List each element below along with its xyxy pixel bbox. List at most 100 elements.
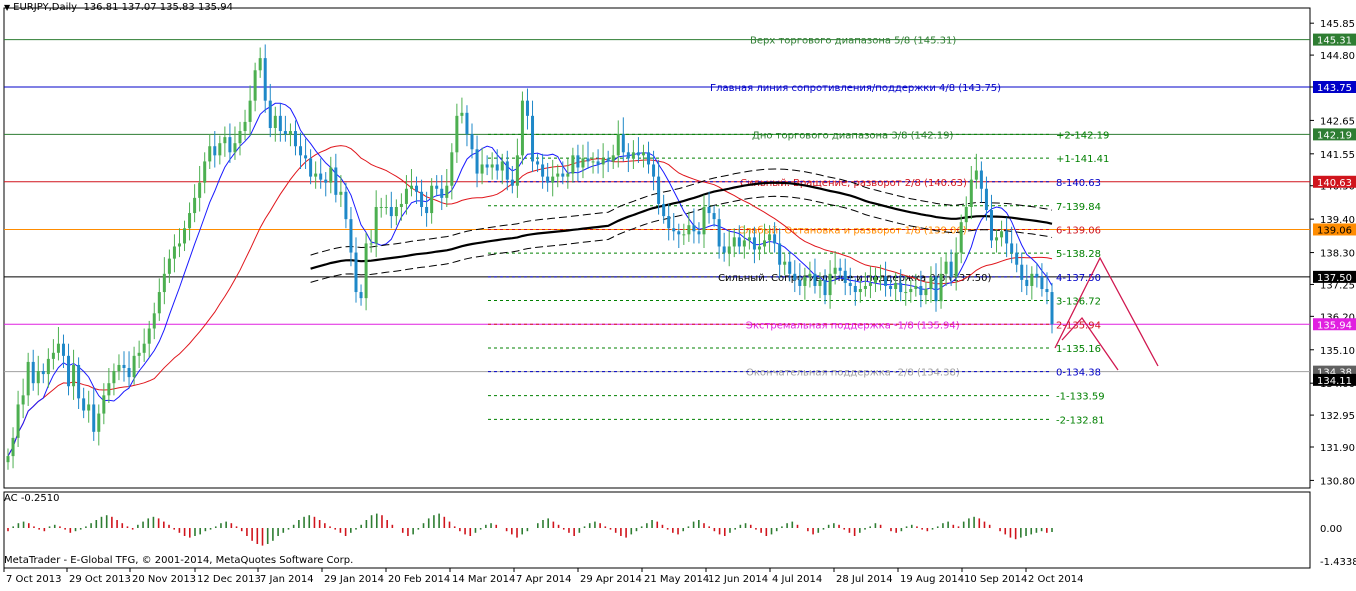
candle-body bbox=[959, 222, 963, 253]
candle-body bbox=[848, 282, 852, 286]
candle-body bbox=[172, 246, 176, 259]
candle-body bbox=[1030, 273, 1034, 286]
candle-body bbox=[167, 258, 171, 274]
candle-body bbox=[591, 161, 595, 163]
price-tick-label: 130.80 bbox=[1320, 476, 1355, 487]
candle-body bbox=[450, 152, 454, 186]
ac-histogram-layer bbox=[7, 513, 1053, 546]
candle-body bbox=[46, 358, 50, 375]
candle-body bbox=[344, 191, 348, 220]
candle-body bbox=[420, 191, 424, 207]
candle-body bbox=[415, 185, 419, 192]
candle-body bbox=[495, 164, 499, 171]
candle-body bbox=[379, 206, 383, 208]
candle-body bbox=[702, 206, 706, 235]
date-tick-label: 29 Apr 2014 bbox=[580, 574, 642, 585]
candle-body bbox=[399, 203, 403, 207]
candle-body bbox=[566, 173, 570, 177]
candle-body bbox=[293, 131, 297, 147]
date-tick-label: 12 Jun 2014 bbox=[708, 574, 768, 585]
candle-body bbox=[924, 289, 928, 296]
candle-body bbox=[853, 285, 857, 293]
price-tag-label: 137.50 bbox=[1317, 273, 1352, 284]
date-tick-label: 19 Aug 2014 bbox=[900, 574, 964, 585]
date-tick-label: 29 Jan 2014 bbox=[324, 574, 384, 585]
candle-body bbox=[737, 237, 741, 247]
candle-body bbox=[1015, 252, 1019, 265]
candle-body bbox=[536, 161, 540, 165]
candle-body bbox=[440, 188, 444, 198]
candle-body bbox=[157, 292, 161, 314]
candle-body bbox=[546, 176, 550, 183]
candle-body bbox=[359, 292, 363, 299]
chart-canvas[interactable]: Верх торгового диапазона 5/8 (145.31) Гла… bbox=[0, 0, 1356, 587]
date-tick-label: 29 Oct 2013 bbox=[69, 574, 131, 585]
chart-root[interactable]: Верх торгового диапазона 5/8 (145.31) Гла… bbox=[0, 0, 1356, 587]
candle-body bbox=[551, 176, 555, 183]
candle-body bbox=[838, 267, 842, 271]
date-tick-label: 21 May 2014 bbox=[644, 574, 709, 585]
collapse-triangle-icon[interactable]: ▼ bbox=[4, 3, 10, 12]
chart-header[interactable]: ▼ EURJPY,Daily 136.81 137.07 135.83 135.9… bbox=[4, 2, 233, 13]
candle-body bbox=[309, 158, 313, 177]
candle-body bbox=[1005, 231, 1009, 244]
candle-body bbox=[87, 404, 91, 411]
candle-body bbox=[531, 115, 535, 162]
candle-body bbox=[647, 152, 651, 165]
candle-body bbox=[369, 243, 373, 245]
candle-body bbox=[576, 155, 580, 168]
candle-body bbox=[364, 243, 368, 299]
price-panel-frame bbox=[3, 7, 1311, 489]
candle-body bbox=[904, 292, 908, 294]
candle-body bbox=[273, 115, 277, 128]
date-tick-label: 28 Jul 2014 bbox=[836, 574, 893, 585]
candle-body bbox=[137, 352, 141, 356]
grid-level-label: -1-133.59 bbox=[1056, 392, 1105, 403]
date-tick-label: 7 Jan 2014 bbox=[260, 574, 314, 585]
candle-body bbox=[1035, 273, 1039, 277]
candle-body bbox=[894, 282, 898, 290]
murrey-level-text: Дно торгового диапазона 3/8 (142.19) bbox=[752, 130, 954, 141]
candle-body bbox=[863, 285, 867, 290]
candles-layer bbox=[6, 44, 1054, 470]
candle-body bbox=[253, 70, 257, 101]
grid-level-label: 7-139.84 bbox=[1056, 202, 1101, 213]
candle-body bbox=[142, 343, 146, 353]
candle-body bbox=[132, 355, 136, 378]
candle-body bbox=[621, 134, 625, 153]
price-tick-label: 145.85 bbox=[1320, 19, 1355, 30]
candle-body bbox=[712, 213, 716, 220]
candle-body bbox=[889, 285, 893, 290]
candle-body bbox=[818, 279, 822, 286]
candle-body bbox=[314, 173, 318, 177]
candle-body bbox=[177, 243, 181, 247]
price-axis: 145.85144.80143.75142.65141.55140.50139.… bbox=[1310, 19, 1356, 568]
candle-body bbox=[72, 364, 76, 387]
candle-body bbox=[732, 237, 736, 247]
candle-body bbox=[995, 237, 999, 241]
price-tag-label: 143.75 bbox=[1317, 83, 1352, 94]
candle-body bbox=[41, 371, 45, 375]
candle-body bbox=[183, 228, 187, 244]
candle-body bbox=[36, 371, 40, 384]
candle-body bbox=[122, 364, 126, 368]
candle-body bbox=[939, 273, 943, 302]
candle-body bbox=[682, 234, 686, 236]
candle-body bbox=[26, 361, 30, 396]
candle-body bbox=[304, 155, 308, 159]
candle-body bbox=[717, 219, 721, 247]
date-tick-label: 7 Oct 2013 bbox=[6, 574, 61, 585]
candle-body bbox=[445, 185, 449, 198]
candle-body bbox=[465, 112, 469, 135]
candle-body bbox=[722, 246, 726, 253]
candle-body bbox=[667, 216, 671, 229]
candle-body bbox=[606, 158, 610, 162]
candle-body bbox=[268, 100, 272, 128]
date-axis: 7 Oct 2013 29 Oct 2013 20 Nov 2013 12 Dec 2… bbox=[3, 568, 1083, 585]
candle-body bbox=[288, 131, 292, 135]
murrey-level-text: Верх торгового диапазона 5/8 (145.31) bbox=[750, 36, 956, 47]
candle-body bbox=[1045, 289, 1049, 293]
candle-body bbox=[203, 161, 207, 183]
date-tick-label: 20 Nov 2013 bbox=[132, 574, 196, 585]
grid-level-label: 5-138.28 bbox=[1056, 249, 1101, 260]
